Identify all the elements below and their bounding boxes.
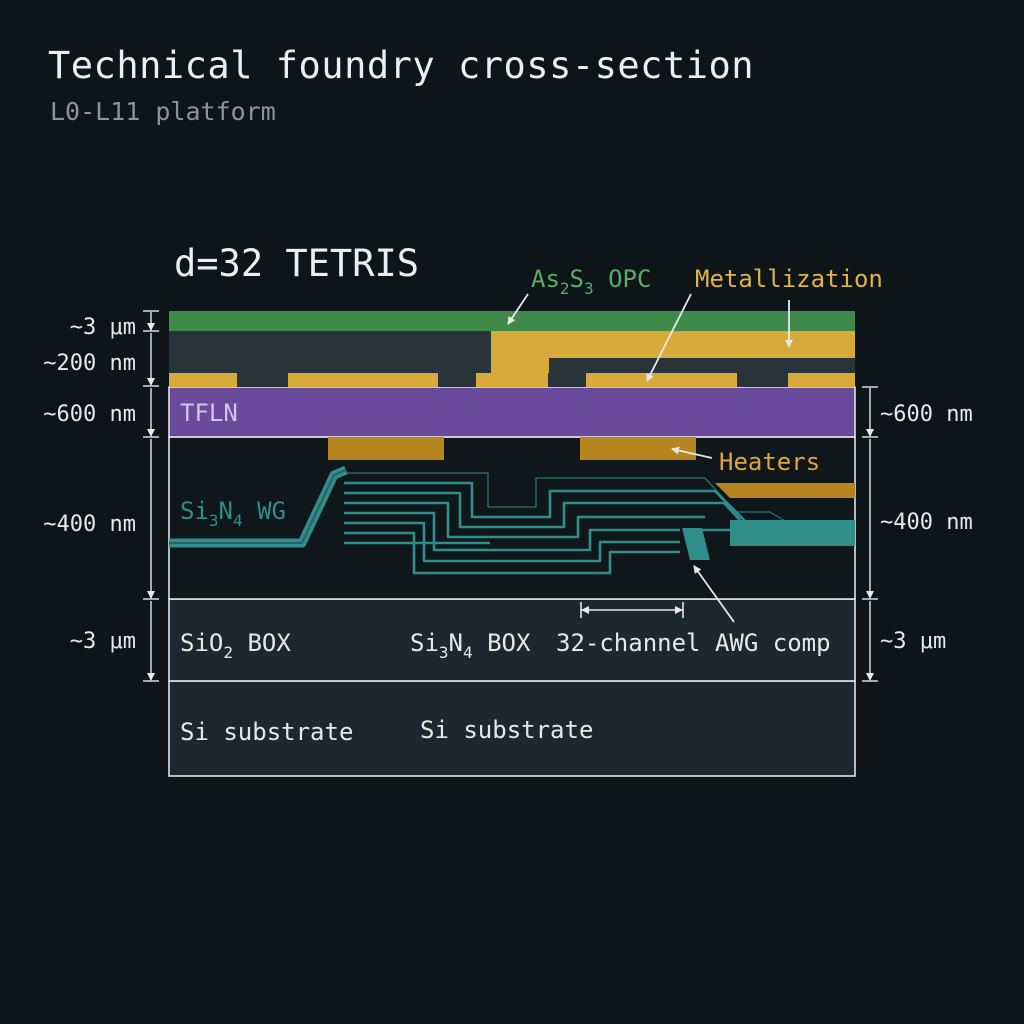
left-dimension-lines (143, 310, 159, 682)
right-dim-waveguide: ~400 nm (880, 510, 973, 535)
heater-3 (715, 483, 855, 498)
metallization-callout: Metallization (695, 265, 883, 293)
diagram-label: d=32 TETRIS (174, 242, 419, 285)
heaters-callout: Heaters (719, 448, 820, 476)
tfln-label: TFLN (180, 399, 238, 427)
left-dim-waveguide: ~400 nm (43, 512, 136, 537)
right-dimension-lines (862, 386, 878, 682)
output-waveguide (730, 520, 855, 546)
left-dim-opc: ~3 μm (70, 315, 136, 340)
right-dim-box: ~3 μm (880, 629, 946, 654)
heater-1 (328, 437, 444, 460)
heater-2 (580, 437, 696, 460)
left-dim-cladding: ~200 nm (43, 351, 136, 376)
awg-callout: 32-channel AWG comp (556, 629, 831, 657)
right-dim-tfln: ~600 nm (880, 402, 973, 427)
si-substrate-label-mid: Si substrate (420, 716, 593, 744)
opc-layer (169, 311, 855, 331)
left-dim-tfln: ~600 nm (43, 402, 136, 427)
tfln-layer (168, 386, 856, 438)
si-substrate-label-left: Si substrate (180, 718, 353, 746)
metal-pad-2 (288, 373, 438, 387)
cross-section-diagram: d=32 TETRIS As2S3 OPC Metallization Heat… (43, 242, 973, 777)
metal-pad-4 (586, 373, 737, 387)
metal-pad-3 (476, 373, 548, 387)
metal-pad-5 (788, 373, 855, 387)
left-dim-box: ~3 μm (70, 629, 136, 654)
metal-pad-1 (169, 373, 237, 387)
opc-callout: As2S3 OPC (531, 265, 651, 298)
